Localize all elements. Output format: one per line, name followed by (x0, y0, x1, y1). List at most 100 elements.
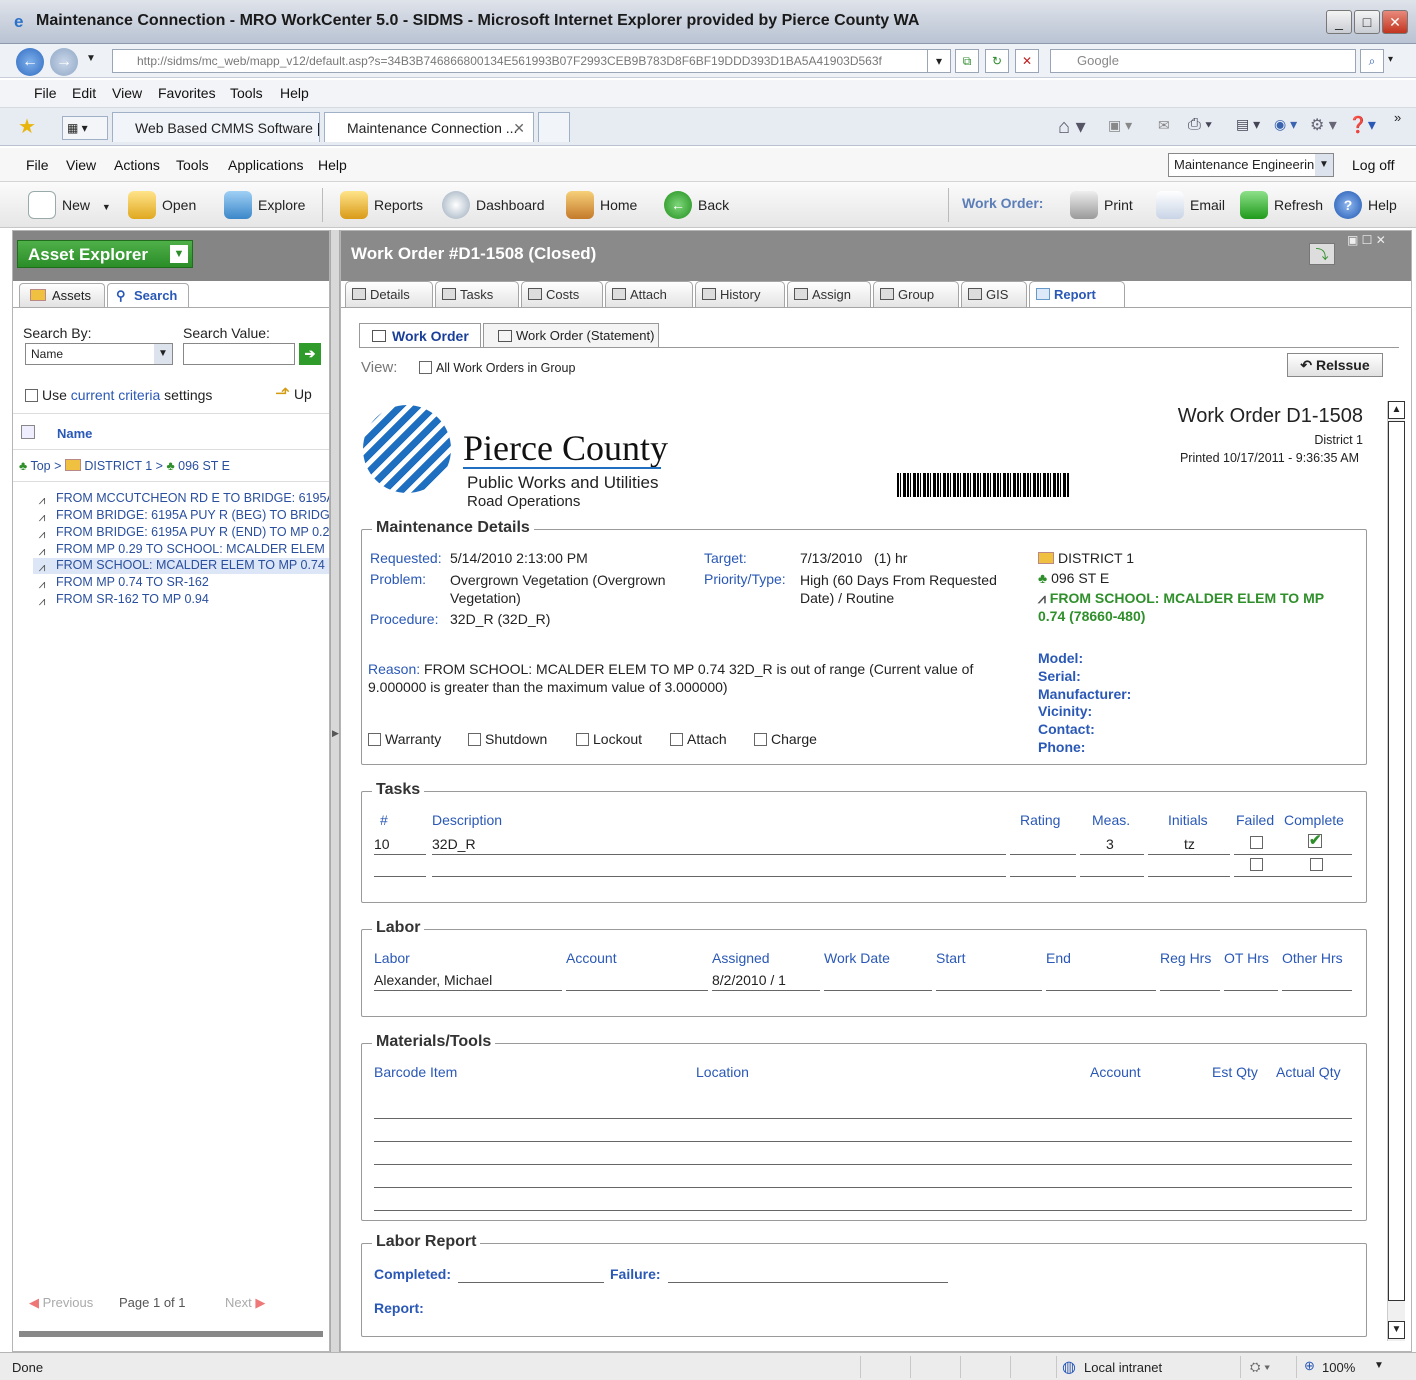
subtab-work-order[interactable]: Work Order (359, 323, 481, 347)
attach-checkbox[interactable]: Attach (670, 731, 727, 747)
tab-report[interactable]: Report (1029, 281, 1125, 308)
menu-edit[interactable]: Edit (72, 85, 96, 101)
menu-view[interactable]: View (112, 85, 142, 101)
url-input[interactable]: http://sidms/mc_web/mapp_v12/default.asp… (112, 49, 948, 73)
subtab-statement[interactable]: Work Order (Statement) (483, 323, 659, 347)
scroll-down-icon[interactable]: ▼ (1388, 1321, 1405, 1339)
use-criteria-checkbox[interactable]: Use current criteria settings (25, 387, 212, 403)
app-menu-help[interactable]: Help (318, 157, 347, 173)
compat-icon[interactable]: ⧉ (955, 49, 979, 73)
close-window-button[interactable]: ✕ (1382, 10, 1408, 34)
email-button[interactable]: Email (1156, 190, 1225, 220)
name-column-header[interactable]: Name (57, 426, 92, 441)
tab-costs[interactable]: Costs (521, 281, 603, 307)
tree-item[interactable]: ⩘ FROM SR-162 TO MP 0.94 (33, 592, 329, 608)
charge-checkbox[interactable]: Charge (754, 731, 817, 747)
mail-icon[interactable]: ✉ (1158, 117, 1170, 134)
lockout-checkbox[interactable]: Lockout (576, 731, 642, 747)
back-button[interactable]: ← Back (664, 190, 729, 220)
scroll-up-icon[interactable]: ▲ (1388, 401, 1405, 419)
forward-nav-button[interactable]: → (50, 48, 78, 76)
previous-page-link[interactable]: ◀ Previous (29, 1295, 93, 1311)
breadcrumb-road[interactable]: 096 ST E (178, 459, 230, 473)
tree-item-selected[interactable]: ⩘ FROM SCHOOL: MCALDER ELEM TO MP 0.74 (33, 558, 329, 574)
page-icon[interactable]: ▤ ▾ (1236, 116, 1260, 133)
explore-button[interactable]: Explore (224, 190, 305, 220)
search-value-input[interactable] (183, 343, 295, 365)
up-button[interactable]: ⬏ Up (275, 383, 312, 404)
tab-assign[interactable]: Assign (787, 281, 871, 307)
task-complete-checkbox[interactable]: ✔ (1308, 833, 1322, 848)
search-options-icon[interactable]: ▾ (1388, 54, 1393, 65)
more-icon[interactable]: » (1394, 110, 1401, 125)
app-menu-file[interactable]: File (26, 157, 49, 173)
task-failed-checkbox[interactable] (1250, 836, 1263, 849)
search-go-icon[interactable]: ⌕ (1360, 49, 1384, 73)
safety-icon[interactable]: ◉ ▾ (1274, 116, 1297, 133)
reports-button[interactable]: Reports (340, 190, 423, 220)
browser-tab-maintenance[interactable]: Maintenance Connection ... ✕ (324, 112, 534, 142)
minimize-button[interactable]: _ (1326, 10, 1352, 34)
zoom-level[interactable]: 100% (1322, 1360, 1355, 1375)
tree-item[interactable]: ⩘ FROM BRIDGE: 6195A PUY R (END) TO MP 0.… (33, 525, 329, 541)
close-tab-icon[interactable]: ✕ (513, 113, 525, 142)
tab-assets[interactable]: Assets (19, 283, 105, 307)
tab-gis[interactable]: GIS (961, 281, 1027, 307)
browser-help-icon[interactable]: ❓▾ (1348, 115, 1376, 135)
new-tab-button[interactable] (538, 112, 570, 142)
tree-item[interactable]: ⩘ FROM BRIDGE: 6195A PUY R (BEG) TO BRIDG… (33, 508, 329, 524)
tab-group[interactable]: Group (873, 281, 959, 307)
quick-tabs-icon[interactable]: ▦ ▾ (62, 116, 108, 140)
tab-history[interactable]: History (695, 281, 785, 307)
dashboard-button[interactable]: Dashboard (442, 190, 545, 220)
shutdown-checkbox[interactable]: Shutdown (468, 731, 547, 747)
warranty-checkbox[interactable]: Warranty (368, 731, 441, 747)
open-button[interactable]: Open (128, 190, 196, 220)
home-icon[interactable]: ⌂ ▾ (1058, 114, 1086, 139)
tab-search[interactable]: ⚲ Search (107, 283, 189, 307)
logoff-link[interactable]: Log off (1352, 157, 1395, 173)
tools-gear-icon[interactable]: ⚙ ▾ (1310, 115, 1337, 135)
nav-dropdown-icon[interactable]: ▼ (86, 53, 96, 64)
search-input[interactable]: Google (1050, 49, 1356, 73)
scroll-thumb[interactable] (1388, 421, 1405, 1301)
tab-details[interactable]: Details (345, 281, 433, 307)
menu-tools[interactable]: Tools (230, 85, 263, 101)
stop-icon[interactable]: ✕ (1015, 49, 1039, 73)
breadcrumb-district[interactable]: DISTRICT 1 (84, 459, 152, 473)
asset-explorer-title[interactable]: Asset Explorer ▼ (17, 240, 193, 268)
protected-mode-icon[interactable]: ⛭ ▾ (1250, 1359, 1270, 1375)
back-nav-button[interactable]: ← (16, 48, 44, 76)
role-select[interactable]: Maintenance Engineerin ▼ (1168, 153, 1334, 177)
maximize-button[interactable]: □ (1354, 10, 1380, 34)
zoom-dropdown-icon[interactable]: ▼ (1374, 1360, 1384, 1371)
tree-item[interactable]: ⩘ FROM MP 0.74 TO SR-162 (33, 575, 329, 591)
app-menu-tools[interactable]: Tools (176, 157, 209, 173)
app-menu-actions[interactable]: Actions (114, 157, 160, 173)
refresh-button[interactable]: Refresh (1240, 190, 1323, 220)
reissue-button[interactable]: ↶ ReIssue (1287, 353, 1383, 377)
feeds-icon[interactable]: ▣ ▾ (1108, 117, 1132, 134)
search-go-button[interactable]: ➔ (299, 343, 321, 365)
zoom-icon[interactable]: ⊕ (1304, 1358, 1315, 1374)
menu-help[interactable]: Help (280, 85, 309, 101)
favorites-star-icon[interactable]: ★ (18, 114, 36, 139)
panel-controls-icon[interactable]: ▣ ☐ ✕ (1347, 233, 1386, 247)
app-menu-view[interactable]: View (66, 157, 96, 173)
url-dropdown-button[interactable]: ▾ (927, 49, 951, 73)
menu-file[interactable]: File (34, 85, 57, 101)
task-complete-checkbox[interactable] (1310, 858, 1323, 871)
print-button[interactable]: Print (1070, 190, 1133, 220)
refresh-page-icon[interactable]: ↻ (985, 49, 1009, 73)
vertical-scrollbar[interactable]: ▲ ▼ (1387, 401, 1405, 1341)
browser-tab-cmms[interactable]: Web Based CMMS Software |... (112, 112, 320, 142)
next-page-link[interactable]: Next ▶ (225, 1295, 265, 1311)
app-menu-applications[interactable]: Applications (228, 157, 304, 173)
menu-favorites[interactable]: Favorites (158, 85, 216, 101)
tab-tasks[interactable]: Tasks (435, 281, 519, 307)
tree-item[interactable]: ⩘ FROM MP 0.29 TO SCHOOL: MCALDER ELEM (33, 542, 329, 558)
all-work-orders-checkbox[interactable]: All Work Orders in Group (419, 361, 575, 375)
breadcrumb-top[interactable]: Top (30, 459, 50, 473)
panel-splitter[interactable]: ▶ (330, 230, 340, 1352)
help-button[interactable]: ? Help (1334, 190, 1397, 220)
